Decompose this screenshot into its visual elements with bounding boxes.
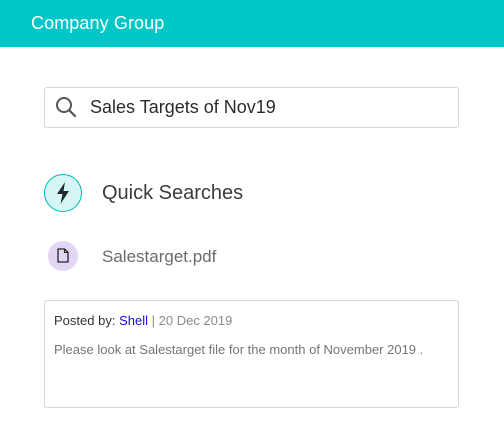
post-meta: Posted by: Shell | 20 Dec 2019 [54,313,232,328]
lightning-bolt-icon [44,174,82,212]
post-body: Please look at Salestarget file for the … [54,342,424,357]
posted-by-label: Posted by: [54,313,116,328]
file-item[interactable]: Salestarget.pdf [48,241,348,271]
post-author-link[interactable]: Shell [119,313,148,328]
post-card: Posted by: Shell | 20 Dec 2019 Please lo… [44,300,459,408]
app-header: Company Group [0,0,504,47]
file-name[interactable]: Salestarget.pdf [102,247,216,267]
search-input[interactable] [90,88,450,127]
document-icon [48,241,78,271]
quick-searches-label: Quick Searches [102,182,244,204]
post-date: 20 Dec 2019 [158,313,233,328]
search-box[interactable] [44,87,459,128]
app-title: Company Group [31,13,165,33]
post-separator: | [151,313,155,328]
quick-searches-item[interactable]: Quick Searches [44,174,344,212]
search-icon[interactable] [55,96,77,118]
